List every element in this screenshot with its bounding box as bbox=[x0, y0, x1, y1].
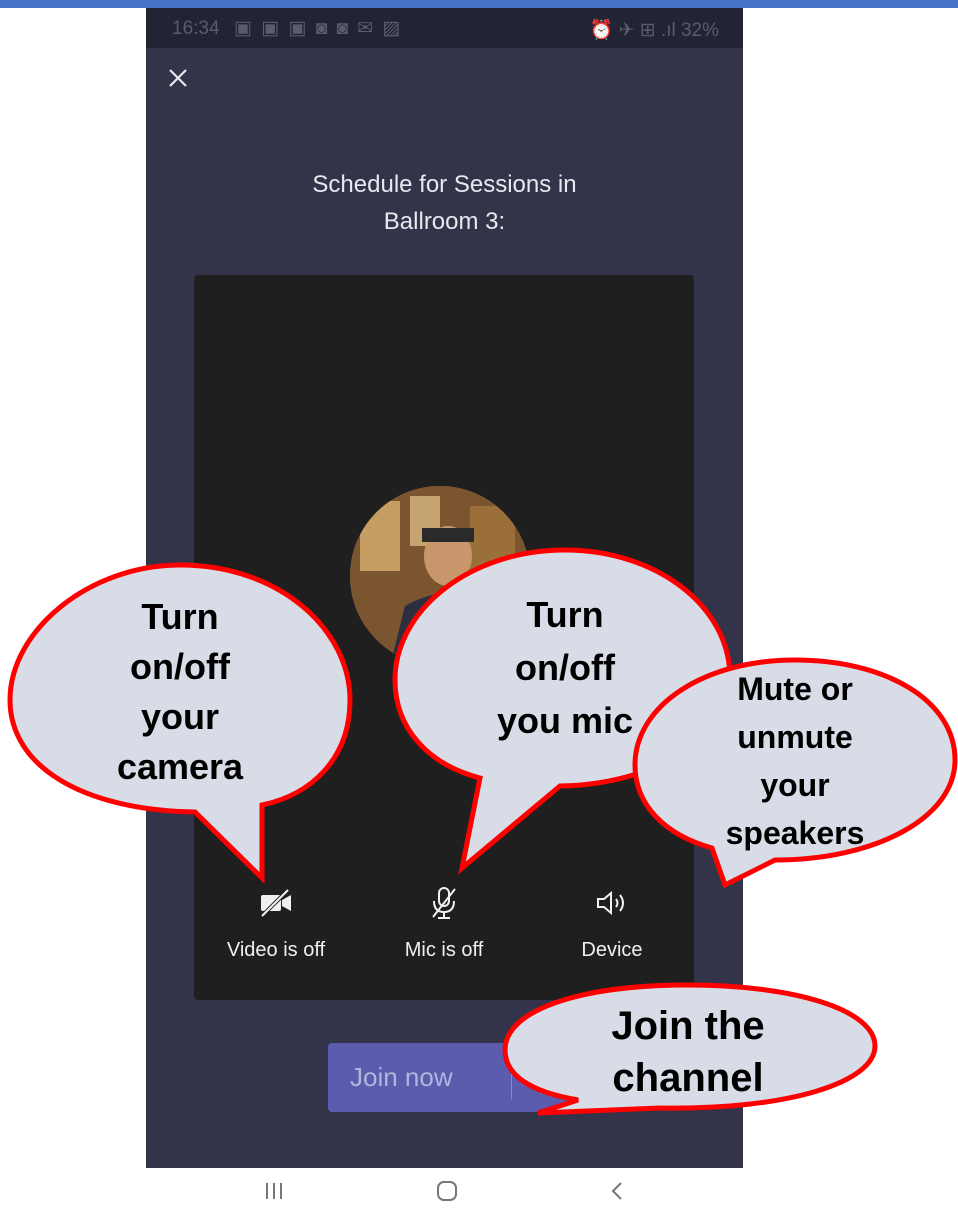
camera-callout-text: Turn on/off your camera bbox=[60, 592, 300, 792]
speakers-callout-text: Mute or unmute your speakers bbox=[675, 665, 915, 857]
mic-callout-line: on/off bbox=[515, 647, 615, 688]
speakers-callout-line: your bbox=[760, 767, 830, 803]
join-callout-text: Join the channel bbox=[568, 1000, 808, 1104]
camera-callout-line: on/off bbox=[130, 646, 230, 687]
speakers-callout-line: Mute or bbox=[737, 671, 853, 707]
camera-callout-line: Turn bbox=[141, 596, 219, 637]
camera-callout-line: your bbox=[140, 696, 219, 737]
mic-callout-line: Turn bbox=[526, 594, 604, 635]
speakers-callout-line: unmute bbox=[737, 719, 853, 755]
speakers-callout-line: speakers bbox=[725, 815, 865, 851]
mic-callout-text: Turn on/off you mic bbox=[435, 588, 695, 747]
mic-callout-line: you mic bbox=[496, 700, 634, 741]
join-callout-line: Join the bbox=[611, 1004, 765, 1048]
camera-callout-line: camera bbox=[116, 746, 244, 787]
join-callout-line: channel bbox=[612, 1056, 764, 1100]
